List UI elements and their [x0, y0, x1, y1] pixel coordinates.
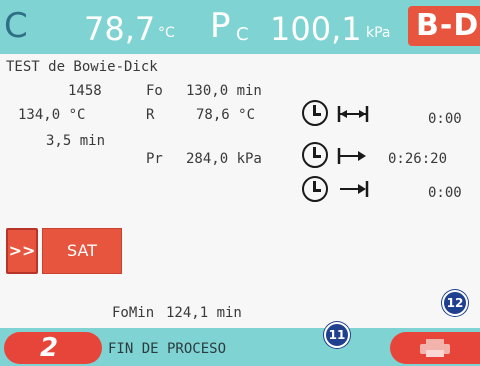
clock-icon [302, 176, 328, 202]
sat-button[interactable]: SAT [42, 228, 122, 274]
clock-icon [302, 142, 328, 168]
chamber-temp-symbol: C [4, 6, 28, 46]
timer-end-value: 0:00 [428, 185, 462, 201]
pr-label: Pr [146, 151, 163, 167]
fomin-label: FoMin [112, 305, 155, 321]
next-page-button[interactable]: >> [6, 228, 38, 274]
r-value: 78,6 °C [196, 107, 256, 123]
pr-value: 284,0 kPa [186, 151, 262, 167]
fo-label: Fo [146, 83, 163, 99]
pressure-subscript: C [236, 24, 249, 45]
chamber-temp-unit: °C [158, 25, 175, 41]
timer-start-value: 0:26:20 [388, 151, 448, 167]
callout-badge-12: 12 [442, 290, 468, 316]
start-arrow-icon [337, 148, 366, 164]
pressure-symbol: P [210, 6, 231, 46]
r-label: R [146, 107, 155, 123]
program-number-button[interactable]: 2 [4, 332, 102, 364]
cycle-type-label: B-D [416, 8, 480, 43]
chamber-pressure-value: 100,1 [270, 10, 362, 48]
status-footer: 2 FIN DE PROCESO 11 [0, 322, 480, 366]
chamber-temp-value: 78,7 [84, 10, 156, 48]
chamber-pressure-unit: kPa [366, 25, 391, 41]
timer-interval-value: 0:00 [428, 111, 462, 127]
cycle-info-panel: TEST de Bowie-Dick 1458 Fo 130,0 min 134… [0, 54, 480, 328]
cycle-type-badge: B-D [408, 6, 480, 46]
cycle-count: 1458 [68, 83, 102, 99]
clock-icon [302, 100, 328, 126]
process-status: FIN DE PROCESO [108, 341, 227, 357]
program-name: TEST de Bowie-Dick [6, 59, 158, 75]
printer-icon [420, 339, 450, 357]
interval-arrows-icon [337, 106, 369, 122]
program-number: 2 [40, 333, 59, 363]
fomin-value: 124,1 min [166, 305, 242, 321]
print-button[interactable] [390, 332, 480, 364]
end-arrow-icon [340, 181, 369, 197]
status-header: C 78,7 °C P C 100,1 kPa B-D [0, 0, 480, 54]
fo-value: 130,0 min [186, 83, 262, 99]
sterilization-temp: 134,0 °C [18, 107, 86, 123]
callout-badge-11: 11 [324, 322, 350, 348]
sterilization-time: 3,5 min [46, 133, 106, 149]
